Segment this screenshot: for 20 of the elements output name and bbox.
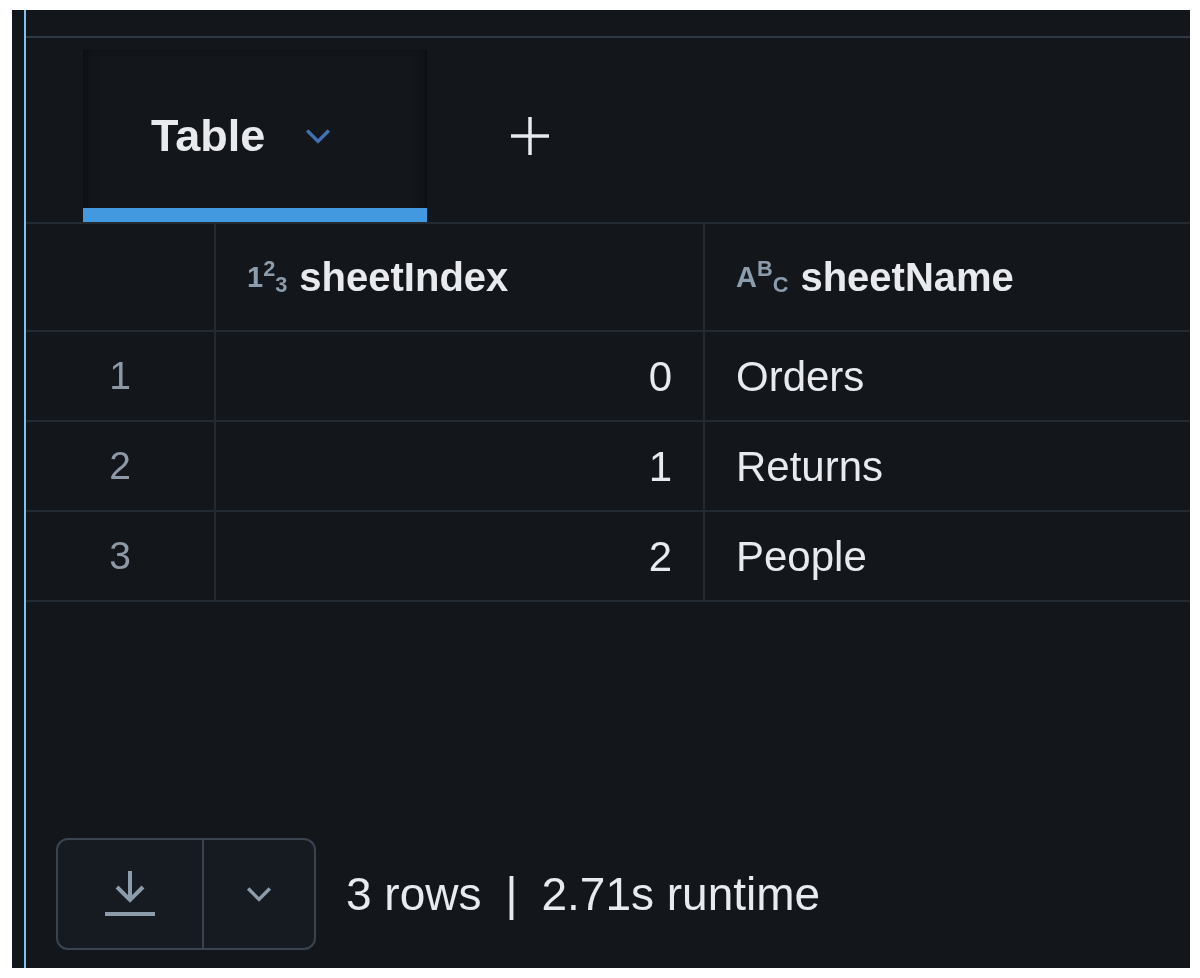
separator-text: | xyxy=(505,866,518,922)
table-cell: 0 xyxy=(216,332,705,422)
column-header[interactable]: sheetIndex xyxy=(299,247,509,307)
row-number: 3 xyxy=(26,512,216,602)
table-cell: 1 xyxy=(216,422,705,512)
row-number: 2 xyxy=(26,422,216,512)
tab[interactable]: Table xyxy=(83,50,427,222)
runtime-text: 2.71s runtime xyxy=(541,866,821,922)
table-cell: Returns xyxy=(705,422,1190,512)
chevron-down-icon xyxy=(246,886,272,902)
row-count-text: 3 rows xyxy=(346,866,482,922)
row-number: 1 xyxy=(26,332,216,422)
column-header[interactable]: sheetName xyxy=(800,247,1014,307)
download-icon xyxy=(105,871,155,917)
table-cell: People xyxy=(705,512,1190,602)
chevron-down-icon xyxy=(305,128,332,144)
plus-icon xyxy=(511,117,549,155)
table-cell: Orders xyxy=(705,332,1190,422)
download-button[interactable] xyxy=(56,838,203,950)
table-cell: 2 xyxy=(216,512,705,602)
